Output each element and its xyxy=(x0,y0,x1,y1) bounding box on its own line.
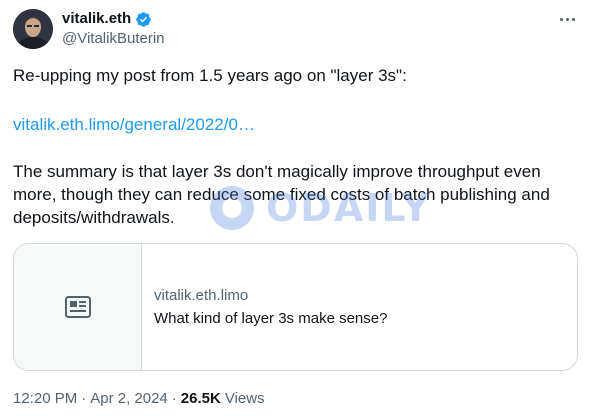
tweet-time[interactable]: 12:20 PM xyxy=(13,389,77,408)
tweet-link[interactable]: vitalik.eth.limo/general/2022/0… xyxy=(13,113,578,136)
article-icon xyxy=(64,296,91,318)
more-dot-icon xyxy=(571,17,575,21)
avatar-image xyxy=(13,9,53,49)
meta-separator: · xyxy=(81,390,87,407)
card-title: What kind of layer 3s make sense? xyxy=(154,310,388,327)
author-handle[interactable]: @VitalikButerin xyxy=(62,30,165,48)
more-dot-icon xyxy=(559,17,563,21)
tweet-text-paragraph: The summary is that layer 3s don't magic… xyxy=(13,162,550,227)
card-info: vitalik.eth.limo What kind of layer 3s m… xyxy=(142,244,387,370)
views-count[interactable]: 26.5K xyxy=(181,389,221,408)
tweet-text-line1: Re-upping my post from 1.5 years ago on … xyxy=(13,66,407,85)
avatar[interactable] xyxy=(13,9,53,49)
link-preview-card[interactable]: vitalik.eth.limo What kind of layer 3s m… xyxy=(13,243,578,371)
tweet-date[interactable]: Apr 2, 2024 xyxy=(90,389,168,408)
card-thumbnail xyxy=(14,244,142,370)
verified-badge-icon xyxy=(136,11,151,27)
meta-separator: · xyxy=(171,390,177,407)
more-dot-icon xyxy=(565,17,569,21)
views-label: Views xyxy=(224,390,265,407)
tweet-meta: 12:20 PM · Apr 2, 2024 · 26.5K Views xyxy=(13,389,265,408)
author-name[interactable]: vitalik.eth xyxy=(62,10,131,28)
more-options-button[interactable] xyxy=(556,10,578,28)
tweet-container: vitalik.eth @VitalikButerin Re-upping my… xyxy=(0,0,596,416)
author-name-row[interactable]: vitalik.eth xyxy=(62,10,152,28)
card-domain: vitalik.eth.limo xyxy=(154,287,249,304)
